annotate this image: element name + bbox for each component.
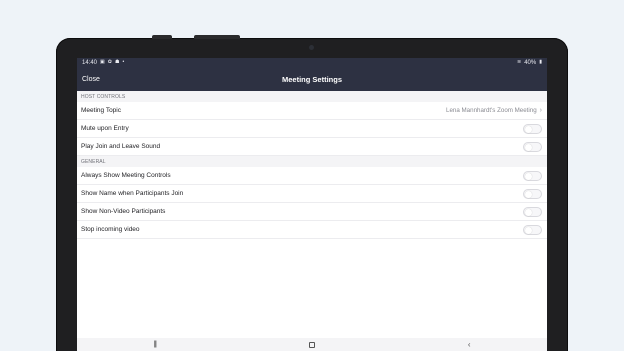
show-non-video-toggle[interactable] (523, 206, 542, 217)
volume-button (152, 35, 172, 39)
power-button (194, 35, 240, 39)
meeting-topic-label: Meeting Topic (81, 107, 121, 114)
stop-incoming-video-toggle[interactable] (523, 224, 542, 235)
android-nav-bar: ||| ‹ (77, 338, 547, 351)
status-time: 14:40 (82, 59, 98, 66)
mute-upon-entry-row: Mute upon Entry (77, 120, 547, 138)
chevron-right-icon: › (539, 107, 542, 114)
stop-incoming-video-label: Stop incoming video (81, 226, 140, 233)
status-bar: 14:40 ▣ ✿ ☗ • ≋ 40% ▮ (77, 58, 547, 67)
show-non-video-row: Show Non-Video Participants (77, 203, 547, 221)
section-header-host-controls: HOST CONTROLS (81, 94, 126, 100)
recent-apps-icon[interactable]: ||| (153, 341, 157, 348)
always-show-controls-toggle[interactable] (523, 170, 542, 181)
stop-incoming-video-row: Stop incoming video (77, 221, 547, 239)
meeting-topic-value: Lena Mannhardt's Zoom Meeting (446, 107, 537, 114)
page-title: Meeting Settings (281, 74, 342, 84)
section-header-general: GENERAL (81, 159, 106, 165)
empty-area (77, 239, 547, 339)
always-show-controls-row: Always Show Meeting Controls (77, 167, 547, 185)
bug-icon: ☗ (114, 59, 120, 65)
show-name-on-join-row: Show Name when Participants Join (77, 185, 547, 203)
play-join-leave-sound-toggle[interactable] (523, 141, 542, 152)
back-icon[interactable]: ‹ (468, 340, 471, 349)
wifi-icon: ≋ (517, 59, 522, 65)
image-icon: ▣ (100, 59, 105, 65)
show-name-on-join-label: Show Name when Participants Join (81, 190, 184, 197)
top-navbar: Close Meeting Settings (77, 67, 547, 91)
play-join-leave-sound-label: Play Join and Leave Sound (81, 143, 161, 150)
front-camera (309, 45, 314, 50)
mute-upon-entry-label: Mute upon Entry (81, 125, 129, 132)
dot-icon: • (122, 59, 125, 65)
show-name-on-join-toggle[interactable] (523, 188, 542, 199)
app-screen: 14:40 ▣ ✿ ☗ • ≋ 40% ▮ Close Meeting Sett… (77, 58, 547, 351)
battery-percent: 40% (524, 59, 537, 66)
settings-icon: ✿ (107, 59, 112, 65)
play-join-leave-sound-row: Play Join and Leave Sound (77, 138, 547, 156)
meeting-topic-row[interactable]: Meeting Topic Lena Mannhardt's Zoom Meet… (77, 102, 547, 120)
home-icon[interactable] (308, 341, 315, 348)
mute-upon-entry-toggle[interactable] (523, 123, 542, 134)
battery-icon: ▮ (539, 59, 542, 65)
close-button[interactable]: Close (82, 76, 100, 83)
always-show-controls-label: Always Show Meeting Controls (81, 172, 171, 179)
show-non-video-label: Show Non-Video Participants (81, 208, 166, 215)
